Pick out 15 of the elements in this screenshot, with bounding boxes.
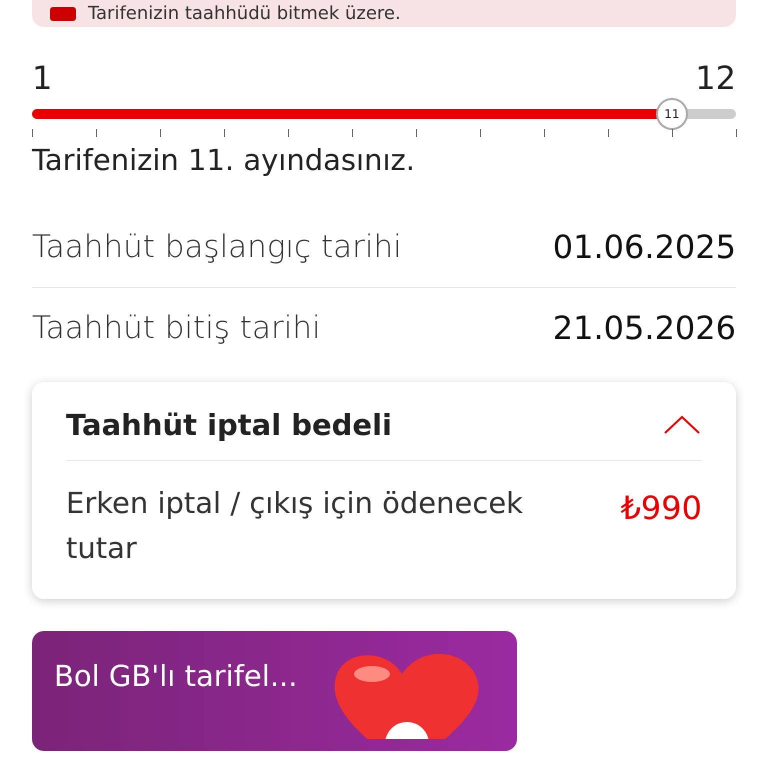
max-label: 12 (695, 59, 736, 97)
fee-description: Erken iptal / çıkış için ödenecek tutar (66, 485, 524, 567)
fee-amount: ₺990 (620, 489, 702, 527)
detail-value: 01.06.2025 (552, 228, 736, 266)
progress-thumb: 11 (656, 98, 688, 130)
card-title: Taahhüt iptal bedeli (66, 408, 392, 442)
detail-label: Taahhüt bitiş tarihi (32, 310, 321, 346)
promo-title: Bol GB'lı tarifel... (54, 658, 298, 693)
min-label: 1 (32, 59, 52, 97)
alert-icon (50, 6, 76, 20)
detail-label: Taahhüt başlangıç tarihi (32, 229, 402, 265)
progress-caption: Tarifenizin 11. ayındasınız. (32, 143, 416, 177)
promo-banner[interactable]: Bol GB'lı tarifel... (32, 630, 517, 751)
alert-text: Tarifenizin taahhüdü bitmek üzere. (88, 3, 401, 24)
detail-value: 21.05.2026 (552, 309, 736, 347)
